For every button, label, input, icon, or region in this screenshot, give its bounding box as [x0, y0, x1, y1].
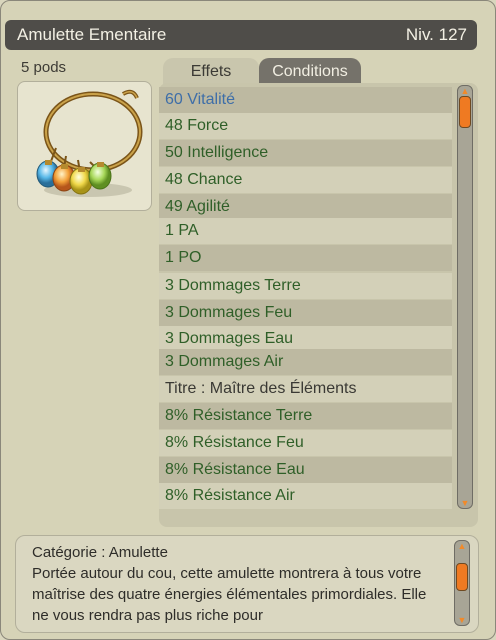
item-description: Portée autour du cou, cette amulette mon…	[32, 565, 427, 624]
item-name: Amulette Ementaire	[17, 25, 167, 44]
item-weight: 5 pods	[21, 59, 67, 76]
amulet-icon	[36, 89, 143, 197]
effect-row: 48 Chance	[159, 167, 452, 193]
effect-row: 60 Vitalité	[159, 87, 452, 113]
effect-row: 50 Intelligence	[159, 140, 452, 166]
description-panel: Catégorie : Amulette Portée autour du co…	[15, 535, 479, 633]
effects-scrollbar[interactable]: ▲ ▼	[457, 85, 473, 509]
item-image-frame	[17, 81, 152, 211]
effect-row: 8% Résistance Terre	[159, 403, 452, 429]
description-text: Catégorie : Amulette Portée autour du co…	[32, 542, 447, 626]
effect-row: 3 Dommages Terre	[159, 273, 452, 299]
tab-effects[interactable]: Effets	[163, 58, 259, 84]
effect-row: 1 PO	[159, 245, 452, 271]
item-tooltip-window: Amulette Ementaire Niv. 127 5 pods Effet…	[0, 0, 496, 640]
item-level: Niv. 127	[405, 25, 467, 44]
item-category: Catégorie : Amulette	[32, 544, 168, 561]
effect-row: 1 PA	[159, 218, 452, 244]
tab-conditions[interactable]: Conditions	[259, 58, 361, 84]
effect-row: 3 Dommages Air	[159, 349, 452, 375]
scroll-thumb[interactable]	[456, 563, 468, 591]
effect-row-title: Titre : Maître des Éléments	[159, 376, 452, 402]
effect-row: 8% Résistance Eau	[159, 457, 452, 483]
scroll-down-arrow-icon[interactable]: ▼	[455, 615, 469, 625]
scroll-thumb[interactable]	[459, 96, 471, 128]
effect-row: 8% Résistance Air	[159, 483, 452, 509]
scroll-down-arrow-icon[interactable]: ▼	[458, 498, 472, 508]
effect-row: 48 Force	[159, 113, 452, 139]
scroll-up-arrow-icon[interactable]: ▲	[455, 541, 469, 551]
effect-row: 49 Agilité	[159, 194, 452, 220]
effect-row: 8% Résistance Feu	[159, 430, 452, 456]
effect-row: 3 Dommages Feu	[159, 300, 452, 326]
effects-list: 60 Vitalité 48 Force 50 Intelligence 48 …	[159, 83, 478, 527]
scroll-up-arrow-icon[interactable]: ▲	[458, 86, 472, 96]
title-bar: Amulette Ementaire Niv. 127	[5, 20, 477, 50]
description-scrollbar[interactable]: ▲ ▼	[454, 540, 470, 626]
